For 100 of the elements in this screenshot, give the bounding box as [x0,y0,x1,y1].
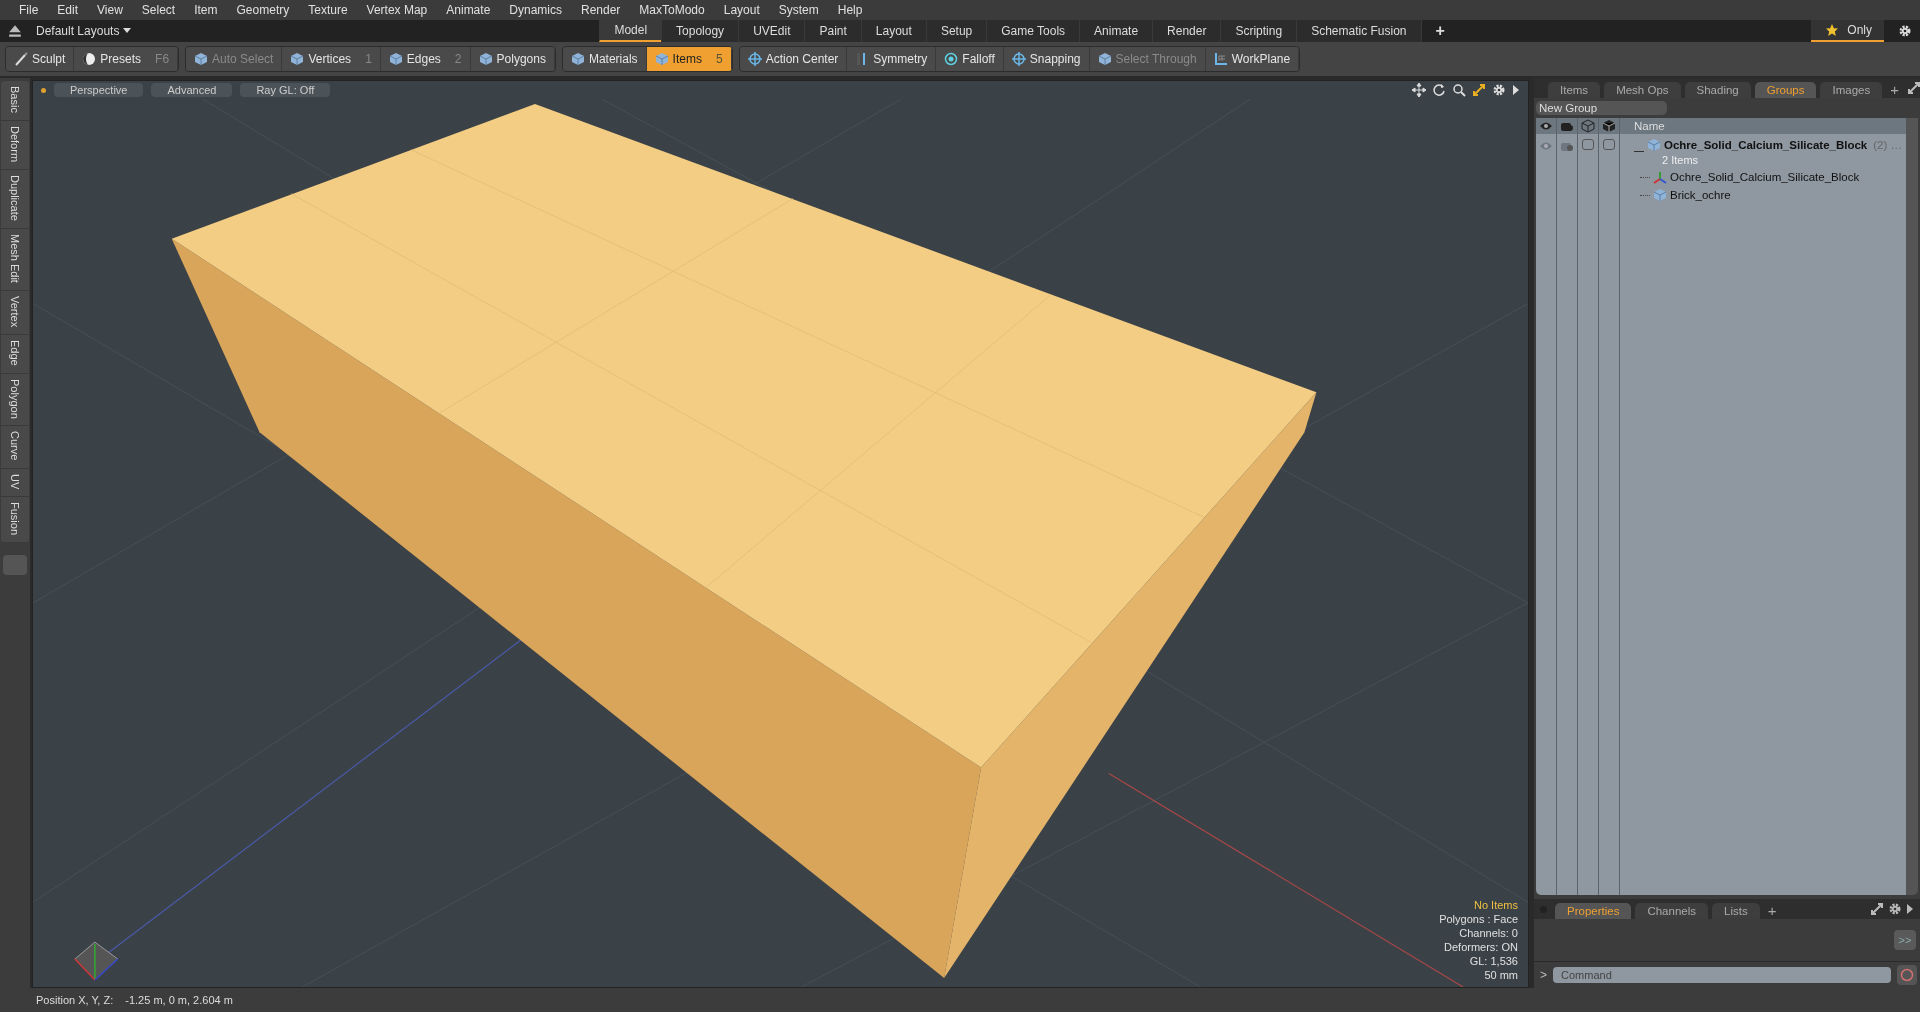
panel-tab[interactable]: Shading [1684,82,1751,98]
menu-item[interactable]: Geometry [227,3,300,17]
toolbar-button[interactable]: Edges 2 [380,47,471,71]
tree-item[interactable]: Brick_ochre [1670,189,1731,201]
menu-item[interactable]: MaxToModo [630,3,715,17]
cube-outline-icon [1581,119,1595,133]
group-subtitle: 2 Items [1662,154,1700,168]
sphere-icon [82,52,97,66]
side-tab[interactable]: Vertex [1,290,29,335]
menu-item[interactable]: Item [185,3,228,17]
side-tab[interactable]: Curve [1,426,29,469]
panel-tab[interactable]: Groups [1754,82,1817,98]
toolbar-button[interactable]: Sculpt [6,47,75,71]
layout-tab[interactable]: Model [599,20,662,42]
menu-item[interactable]: Texture [299,3,358,17]
cube-icon [654,52,669,66]
group-name[interactable]: Ochre_Solid_Calcium_Silicate_Block [1664,139,1868,151]
move-icon[interactable] [1412,83,1426,97]
toolbar-button[interactable]: Polygons [470,47,555,71]
side-tab[interactable]: Duplicate [1,169,29,229]
tree-line [1640,194,1650,196]
brush-icon [14,52,28,66]
layout-tab[interactable]: Topology [661,20,739,42]
viewport-info-text: Channels: 0 [1459,927,1518,939]
layout-tab[interactable]: Scripting [1220,20,1297,42]
expand-icon[interactable] [1472,83,1486,97]
checkbox[interactable] [1582,139,1594,150]
viewport-option-button[interactable]: Advanced [151,83,233,97]
layout-tab[interactable]: Game Tools [986,20,1080,42]
menu-item[interactable]: Render [572,3,631,17]
ring-icon [944,52,959,66]
layout-tab[interactable]: Render [1152,20,1221,42]
side-tab[interactable]: Polygon [1,373,29,427]
command-prompt: > [1540,968,1547,982]
viewport-info-text: Polygons : Face [1439,913,1518,925]
panel-tab[interactable]: Images [1820,82,1883,98]
rotate-icon[interactable] [1432,83,1446,97]
menu-item[interactable]: Select [132,3,186,17]
play-icon[interactable] [1512,83,1520,97]
toolbar-button[interactable]: Falloff [936,47,1004,71]
search-icon[interactable] [1452,83,1466,97]
menu-item[interactable]: Edit [48,3,89,17]
panel-tab[interactable]: Lists [1712,903,1760,919]
menu-item[interactable]: System [769,3,829,17]
layout-tab[interactable]: Paint [804,20,861,42]
toolbar-button[interactable]: Materials [562,47,647,71]
only-button[interactable]: Only [1811,20,1884,42]
layout-tab[interactable]: Animate [1079,20,1153,42]
menu-item[interactable]: View [88,3,133,17]
cube-icon [1097,52,1112,66]
grid-icon [1213,52,1228,66]
new-group-button[interactable]: New Group [1536,101,1668,115]
expand-icon[interactable] [1906,81,1920,95]
record-button[interactable] [1897,965,1917,985]
toolbar-button[interactable]: Vertices 1 [282,47,381,71]
panel-tab[interactable]: Items [1548,82,1601,98]
settings-icon[interactable] [1888,902,1902,916]
settings-icon[interactable] [1492,83,1506,97]
expand-icon[interactable] [1870,902,1884,916]
tree-item[interactable]: Ochre_Solid_Calcium_Silicate_Block [1670,171,1860,183]
viewport-option-button[interactable]: Ray GL: Off [240,83,331,97]
toolbar-button[interactable]: Action Center [739,47,848,71]
panel-tab[interactable]: Mesh Ops [1604,82,1681,98]
toolbar-button[interactable]: WorkPlane [1205,47,1300,71]
cube-icon [1647,138,1661,152]
side-tab[interactable]: Deform [1,120,29,170]
side-tab[interactable]: Mesh Edit [1,228,29,291]
add-tab-button[interactable]: + [1763,902,1781,919]
panel-tab[interactable]: Channels [1635,903,1708,919]
layout-tab[interactable]: Setup [925,20,987,42]
checkbox[interactable] [1603,139,1615,150]
cube-icon [478,52,493,66]
up-arrow-icon[interactable] [8,24,22,38]
cube-icon [388,52,403,66]
viewport-info-text: GL: 1,536 [1469,955,1518,967]
viewport-option-button[interactable]: Perspective [54,83,144,97]
layout-tab[interactable]: Layout [860,20,926,42]
toolbar-button[interactable]: Snapping [1003,47,1090,71]
side-tab[interactable]: Basic [1,81,29,121]
layout-tab[interactable]: UVEdit [738,20,805,42]
menu-item[interactable]: Vertex Map [357,3,438,17]
side-tab[interactable]: UV [1,468,29,498]
menu-item[interactable]: Layout [714,3,770,17]
toolbar-button[interactable]: Items 5 [646,47,732,71]
panel-tab[interactable]: Properties [1555,903,1632,919]
add-tab-button[interactable]: + [1886,81,1903,98]
layout-dropdown[interactable]: Default Layouts [36,24,132,38]
side-tab[interactable]: Fusion [1,497,29,544]
play-icon[interactable] [1906,902,1914,916]
menu-item[interactable]: Dynamics [500,3,572,17]
menu-item[interactable]: File [10,3,49,17]
toolbar-button[interactable]: Symmetry [847,47,937,71]
layout-tab[interactable]: Schematic Fusion [1296,20,1421,42]
toolbar-button[interactable]: Presets F6 [74,47,179,71]
menu-item[interactable]: Help [828,3,873,17]
side-tab[interactable]: Edge [1,334,29,374]
cube-icon [570,52,585,66]
menu-item[interactable]: Animate [437,3,501,17]
command-field[interactable]: Command [1553,967,1891,983]
settings-icon[interactable] [1898,24,1912,38]
